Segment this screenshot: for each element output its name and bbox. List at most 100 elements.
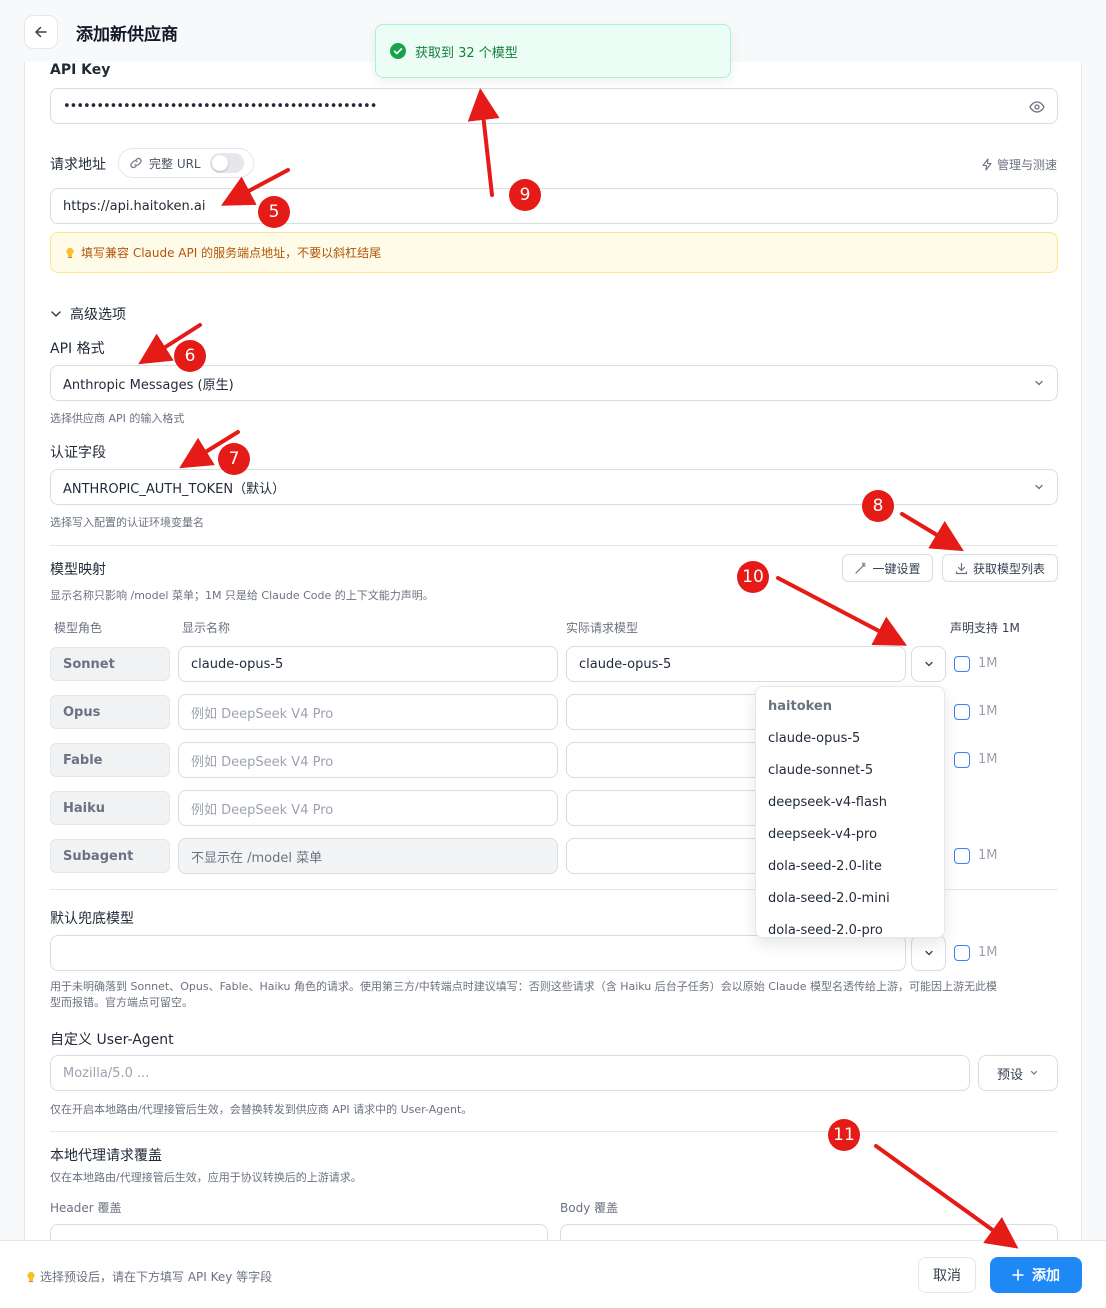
- display-name-input[interactable]: 例如 DeepSeek V4 Pro: [178, 742, 558, 778]
- auth-field-hint: 选择写入配置的认证环境变量名: [50, 516, 204, 529]
- fallback-dropdown-button[interactable]: [911, 935, 946, 971]
- arrow-left-icon: [35, 26, 47, 38]
- chevron-down-icon: [1030, 1070, 1038, 1075]
- role-sonnet: Sonnet: [50, 647, 170, 681]
- dropdown-option[interactable]: deepseek-v4-flash: [768, 795, 887, 810]
- api-key-label: API Key: [50, 62, 111, 78]
- add-button-label: 添加: [1032, 1268, 1060, 1284]
- fallback-hint: 用于未明确落到 Sonnet、Opus、Fable、Haiku 角色的请求。使用…: [50, 980, 997, 1009]
- footer-hint: 选择预设后，请在下方填写 API Key 等字段: [26, 1268, 272, 1285]
- role-opus: Opus: [50, 695, 170, 729]
- role-haiku: Haiku: [50, 791, 170, 825]
- manage-speed-label: 管理与测速: [996, 158, 1057, 172]
- footer-bar: 选择预设后，请在下方填写 API Key 等字段 取消 添加: [0, 1240, 1106, 1308]
- magic-wand-icon: [855, 561, 867, 574]
- role-fable: Fable: [50, 743, 170, 777]
- check-circle-icon: [390, 43, 406, 59]
- page-title: 添加新供应商: [76, 25, 178, 45]
- endpoint-label: 请求地址: [50, 157, 106, 173]
- chevron-down-icon: [924, 661, 933, 667]
- model-dropdown-button[interactable]: [911, 646, 946, 682]
- api-key-value: ••••••••••••••••••••••••••••••••••••••••…: [63, 98, 377, 114]
- endpoint-value: https://api.haitoken.ai: [63, 198, 206, 214]
- one-click-label: 一键设置: [872, 561, 921, 576]
- user-agent-label: 自定义 User-Agent: [50, 1032, 174, 1048]
- link-icon: [130, 157, 142, 169]
- footer-hint-text: 选择预设后，请在下方填写 API Key 等字段: [40, 1270, 273, 1284]
- divider: [50, 545, 1058, 546]
- support-1m-label: 1M: [978, 656, 998, 671]
- one-click-button[interactable]: 一键设置: [842, 554, 933, 582]
- column-header-model: 实际请求模型: [566, 621, 639, 635]
- dropdown-option[interactable]: deepseek-v4-pro: [768, 827, 877, 842]
- provider-form: API Key ••••••••••••••••••••••••••••••••…: [24, 62, 1082, 1254]
- display-name-input: 不显示在 /model 菜单: [178, 838, 558, 874]
- dropdown-option[interactable]: claude-opus-5: [768, 731, 860, 746]
- advanced-toggle[interactable]: 高级选项: [50, 304, 126, 324]
- download-icon: [955, 562, 968, 574]
- fetch-models-label: 获取模型列表: [972, 561, 1045, 576]
- endpoint-input[interactable]: https://api.haitoken.ai: [50, 188, 1058, 224]
- auth-field-select[interactable]: ANTHROPIC_AUTH_TOKEN（默认）: [50, 469, 1058, 505]
- advanced-label: 高级选项: [70, 307, 126, 323]
- toast-message: 获取到 32 个模型: [415, 45, 518, 61]
- api-key-input[interactable]: ••••••••••••••••••••••••••••••••••••••••…: [50, 88, 1058, 124]
- cancel-button[interactable]: 取消: [918, 1257, 976, 1293]
- override-title: 本地代理请求覆盖: [50, 1148, 162, 1164]
- fallback-1m-label: 1M: [978, 945, 998, 960]
- display-name-input[interactable]: 例如 DeepSeek V4 Pro: [178, 694, 558, 730]
- annotation-marker: 6: [174, 340, 206, 372]
- column-header-role: 模型角色: [54, 621, 103, 635]
- support-1m-checkbox[interactable]: [954, 704, 970, 720]
- role-subagent: Subagent: [50, 839, 170, 873]
- support-1m-label: 1M: [978, 848, 998, 863]
- api-format-value: Anthropic Messages (原生): [63, 377, 234, 393]
- display-name-input[interactable]: claude-opus-5: [178, 646, 558, 682]
- annotation-marker: 5: [258, 196, 290, 228]
- support-1m-checkbox[interactable]: [954, 752, 970, 768]
- preset-select[interactable]: 预设: [978, 1055, 1058, 1091]
- auth-field-value: ANTHROPIC_AUTH_TOKEN（默认）: [63, 481, 286, 497]
- annotation-marker: 10: [737, 561, 769, 593]
- eye-icon[interactable]: [1029, 100, 1045, 114]
- fallback-input[interactable]: [50, 935, 906, 971]
- request-model-input[interactable]: claude-opus-5: [566, 646, 906, 682]
- success-toast: 获取到 32 个模型: [375, 24, 731, 78]
- chevron-down-icon: [924, 950, 933, 956]
- api-format-select[interactable]: Anthropic Messages (原生): [50, 365, 1058, 401]
- support-1m-checkbox[interactable]: [954, 848, 970, 864]
- header-override-label: Header 覆盖: [50, 1201, 122, 1215]
- fetch-models-button[interactable]: 获取模型列表: [942, 554, 1058, 582]
- user-agent-hint: 仅在开启本地路由/代理接管后生效，会替换转发到供应商 API 请求中的 User…: [50, 1103, 473, 1116]
- model-dropdown-menu: haitoken claude-opus-5 claude-sonnet-5 d…: [755, 686, 945, 938]
- full-url-toggle[interactable]: [210, 153, 244, 173]
- support-1m-checkbox[interactable]: [954, 656, 970, 672]
- user-agent-input[interactable]: Mozilla/5.0 ...: [50, 1055, 970, 1091]
- dropdown-option[interactable]: claude-sonnet-5: [768, 763, 873, 778]
- annotation-marker: 8: [862, 490, 894, 522]
- back-button[interactable]: [24, 15, 58, 49]
- manage-speed-link[interactable]: 管理与测速: [981, 156, 1057, 173]
- fallback-1m-checkbox[interactable]: [954, 945, 970, 961]
- dropdown-option[interactable]: dola-seed-2.0-pro: [768, 923, 883, 937]
- add-button[interactable]: 添加: [990, 1257, 1082, 1293]
- lightbulb-icon: [27, 1271, 35, 1282]
- dropdown-group-label: haitoken: [768, 699, 832, 714]
- annotation-marker: 7: [218, 443, 250, 475]
- display-name-input[interactable]: 例如 DeepSeek V4 Pro: [178, 790, 558, 826]
- chevron-down-icon: [1035, 484, 1043, 490]
- dropdown-option[interactable]: dola-seed-2.0-lite: [768, 859, 882, 874]
- chevron-down-icon: [1035, 380, 1043, 386]
- divider: [50, 1131, 1058, 1132]
- endpoint-warning-text: 填写兼容 Claude API 的服务端点地址，不要以斜杠结尾: [81, 246, 382, 260]
- dropdown-option[interactable]: dola-seed-2.0-mini: [768, 891, 890, 906]
- plus-icon: [1012, 1269, 1024, 1281]
- fallback-label: 默认兜底模型: [50, 911, 134, 927]
- api-format-label: API 格式: [50, 341, 105, 357]
- support-1m-label: 1M: [978, 704, 998, 719]
- annotation-marker: 9: [509, 179, 541, 211]
- support-1m-label: 1M: [978, 752, 998, 767]
- lightning-icon: [982, 158, 992, 171]
- body-override-label: Body 覆盖: [560, 1201, 619, 1215]
- chevron-down-icon: [51, 311, 61, 317]
